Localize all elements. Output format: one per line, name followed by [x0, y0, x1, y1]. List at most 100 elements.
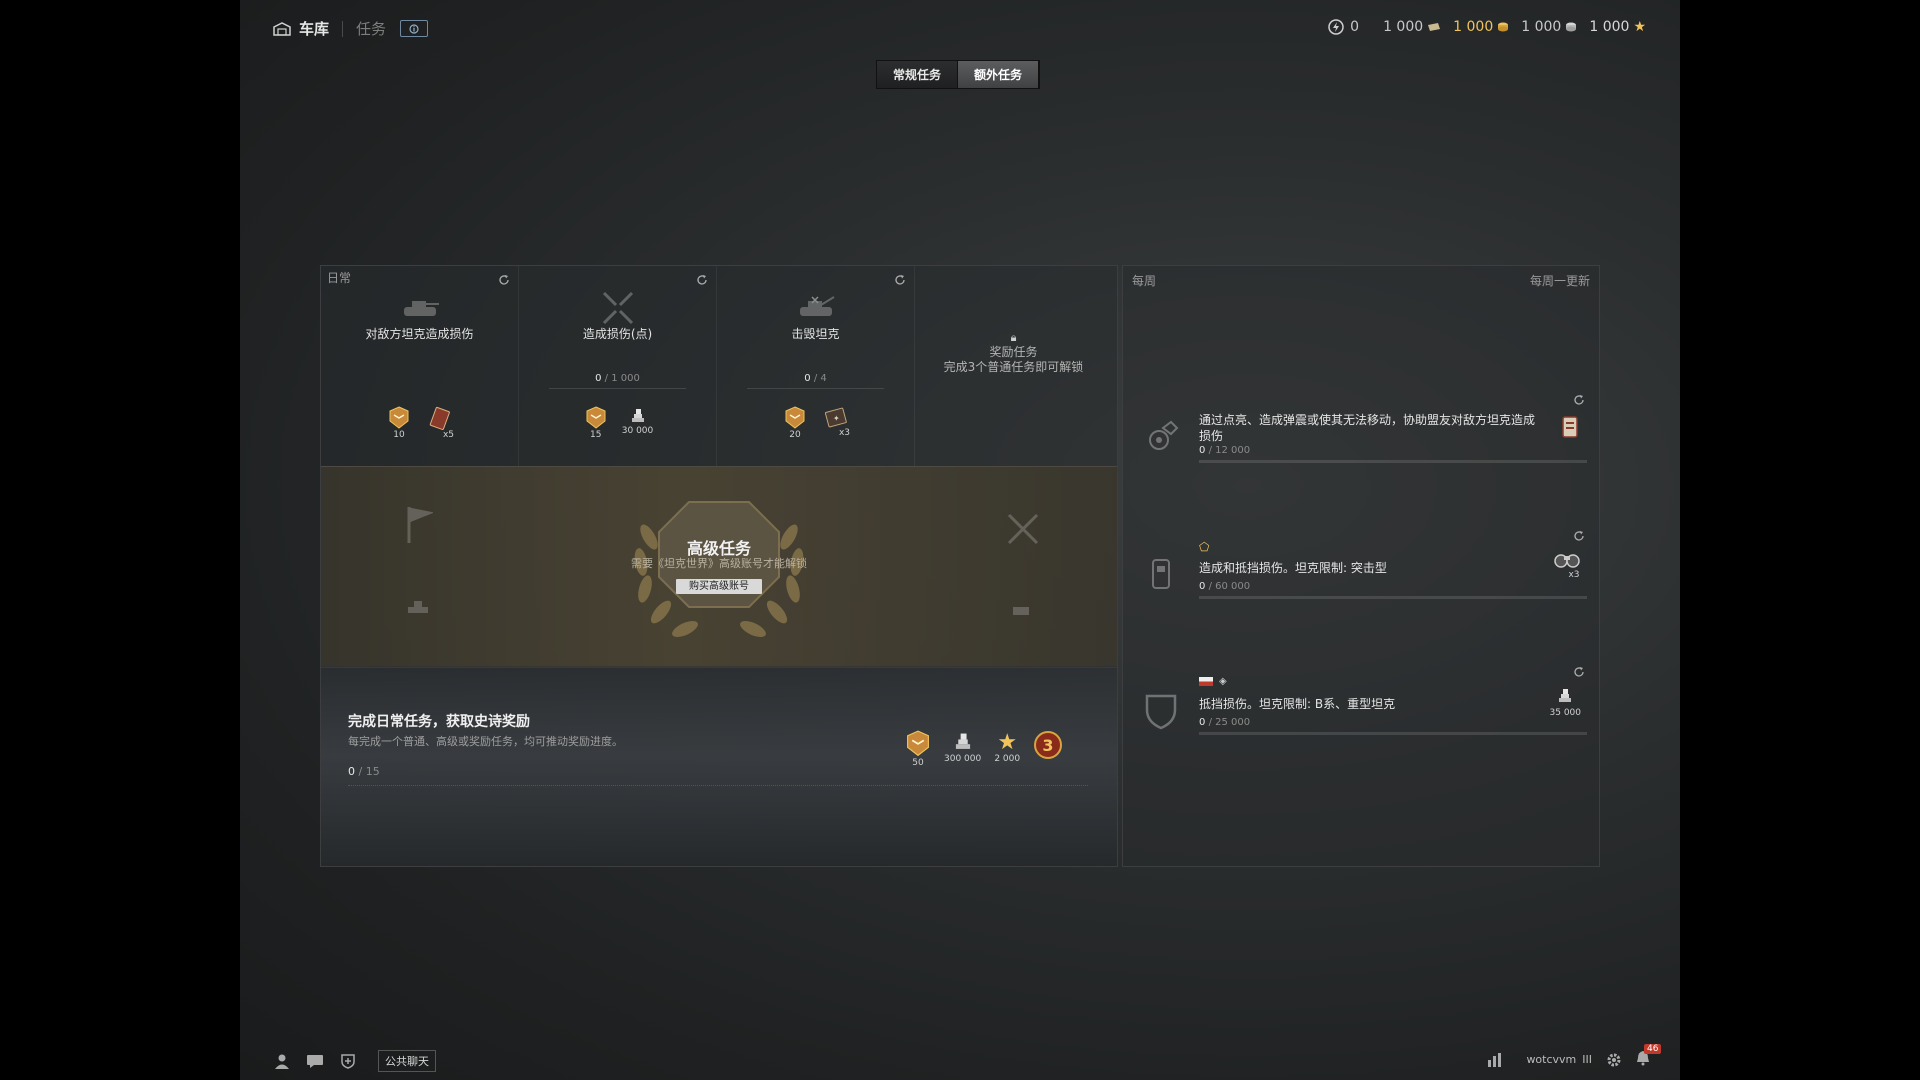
- notifications-button[interactable]: 46: [1636, 1044, 1662, 1069]
- epic-reward-title: 完成日常任务，获取史诗奖励: [348, 714, 530, 730]
- refresh-icon[interactable]: [1573, 666, 1585, 678]
- buy-premium-button[interactable]: 购买高级账号: [676, 579, 762, 594]
- progress-total: 15: [365, 765, 380, 778]
- bonds-currency[interactable]: 1 000: [1383, 19, 1441, 35]
- reward-count: 20: [789, 430, 801, 440]
- reward-item: 15: [582, 406, 610, 440]
- weekly-label: 每周: [1132, 274, 1157, 288]
- badge-3-icon: 3: [1034, 731, 1063, 759]
- weekly-panel: 每周 每周一更新 通过点亮、造成弹震或使其无法移动，协助盟友对敌方坦克造成损伤 …: [1122, 265, 1600, 867]
- weekly-quest-card[interactable]: ◈ 抵挡损伤。坦克限制: B系、重型坦克 0 / 25 000 35 000: [1123, 666, 1599, 766]
- epic-reward-section: 完成日常任务，获取史诗奖励 每完成一个普通、高级或奖励任务，均可推动奖励进度。 …: [321, 666, 1117, 866]
- bond-icon: [1428, 23, 1441, 31]
- medal-icon: [586, 406, 606, 429]
- epic-progress-bar: [348, 782, 1088, 786]
- garage-icon[interactable]: [273, 21, 291, 36]
- medal-icon: [907, 730, 929, 757]
- tab-regular-missions[interactable]: 常规任务: [877, 61, 959, 88]
- epic-rewards: 50 300 000 ★ 2 000 3: [904, 730, 1063, 768]
- laurel-wreath-icon: [634, 501, 804, 638]
- reward-item: 20: [781, 406, 809, 440]
- weekly-quest-card[interactable]: 通过点亮、造成弹震或使其无法移动，协助盟友对敌方坦克造成损伤 0 / 12 00…: [1123, 394, 1599, 494]
- quest-progress: 0 / 1 000: [549, 373, 686, 389]
- quest-progress-bar: [1199, 596, 1587, 599]
- refresh-icon[interactable]: [894, 274, 906, 286]
- rank-bars-icon: III: [1582, 1053, 1592, 1066]
- reward-count: x5: [442, 430, 455, 440]
- daily-quest-card[interactable]: 造成损伤(点) 0 / 1 000 15 30 000: [518, 266, 716, 466]
- refresh-icon[interactable]: [1573, 530, 1585, 542]
- garage-link[interactable]: 车库: [299, 18, 329, 39]
- phone-icon: [1152, 559, 1170, 589]
- reward-item: 300 000: [944, 730, 981, 768]
- bottom-bar: 公共聊天 wotcvvm III 46: [240, 1040, 1680, 1080]
- tab-extra-missions[interactable]: 额外任务: [958, 61, 1040, 88]
- shield-icon: [1145, 694, 1177, 730]
- daily-panel: 日常 对敌方坦克造成损伤 10 x5 造成损伤(点) 0 / 1 000 15 …: [320, 265, 1118, 867]
- credits-currency[interactable]: 1 000: [1521, 19, 1577, 35]
- quest-title: 通过点亮、造成弹震或使其无法移动，协助盟友对敌方坦克造成损伤: [1199, 413, 1536, 443]
- lightning-icon: [1328, 19, 1344, 35]
- daily-quests: 日常 对敌方坦克造成损伤 10 x5 造成损伤(点) 0 / 1 000 15 …: [321, 266, 1117, 466]
- mission-tabs: 常规任务 额外任务: [876, 60, 1041, 89]
- quest-rewards: 20 ✦ x3: [717, 406, 914, 440]
- blueprint-currency[interactable]: 0: [1328, 19, 1359, 35]
- quest-progress: 0 / 4: [747, 373, 884, 389]
- binoculars-icon: [1554, 554, 1580, 568]
- weekly-update-label: 每周一更新: [1529, 274, 1590, 288]
- top-bar: 车库 任务 0 1 000 1 000 1 000 1 000 ★: [240, 0, 1680, 56]
- book-icon: ✦: [824, 407, 847, 428]
- locked-quest-title: 奖励任务: [989, 345, 1038, 359]
- destroyed-tank-icon: [799, 296, 835, 316]
- notification-count-badge: 46: [1644, 1044, 1662, 1054]
- weekly-quest-card[interactable]: ⬠ 造成和抵挡损伤。坦克限制: 突击型 0 / 60 000 x3: [1123, 530, 1599, 630]
- divider: [342, 20, 344, 37]
- heavy-tank-type-icon: ◈: [1219, 676, 1227, 687]
- medal-icon: [389, 406, 409, 429]
- breadcrumb: 车库 任务: [273, 18, 429, 39]
- credits-icon: [1566, 22, 1577, 32]
- missions-link[interactable]: 任务: [356, 18, 386, 39]
- progress-value: 0: [804, 373, 811, 384]
- contacts-icon[interactable]: [274, 1053, 290, 1069]
- daily-quest-card[interactable]: 日常 对敌方坦克造成损伤 10 x5: [321, 266, 518, 466]
- freexp-currency[interactable]: 1 000 ★: [1589, 19, 1646, 35]
- refresh-icon[interactable]: [696, 274, 708, 286]
- refresh-icon[interactable]: [498, 274, 510, 286]
- username[interactable]: wotcvvm: [1526, 1053, 1576, 1066]
- currency-bar: 0 1 000 1 000 1 000 1 000 ★: [1316, 19, 1646, 35]
- gold-currency[interactable]: 1 000: [1453, 19, 1509, 35]
- epic-reward-subtitle: 每完成一个普通、高级或奖励任务，均可推动奖励进度。: [348, 735, 623, 748]
- quest-progress: 0 / 25 000: [1199, 717, 1251, 728]
- quest-title: 对敌方坦克造成损伤: [365, 327, 474, 341]
- bonus-quest-locked[interactable]: 🔒︎ 奖励任务 完成3个普通任务即可解锁: [914, 266, 1112, 466]
- stats-icon[interactable]: [1486, 1052, 1502, 1068]
- star-icon: ★: [997, 730, 1018, 755]
- quest-rewards: 15 30 000: [519, 406, 716, 440]
- platoon-icon[interactable]: [340, 1053, 356, 1069]
- progress-value: 0: [1199, 445, 1206, 456]
- chat-icon[interactable]: [306, 1053, 324, 1069]
- daily-label: 日常: [327, 271, 352, 285]
- daily-quest-card[interactable]: 击毁坦克 0 / 4 20 ✦ x3: [716, 266, 914, 466]
- quest-progress-bar: [1199, 460, 1587, 463]
- quest-progress: 0 / 12 000: [1199, 445, 1251, 456]
- app-window: 车库 任务 0 1 000 1 000 1 000 1 000 ★ 常规任务 额…: [240, 0, 1680, 1080]
- reward-count: 30 000: [621, 426, 654, 436]
- credits-value: 1 000: [1521, 19, 1562, 35]
- settings-gear-icon[interactable]: [1606, 1052, 1622, 1068]
- progress-total: 25 000: [1215, 717, 1251, 728]
- scroll-icon: [1562, 416, 1578, 438]
- reward-count: x3: [838, 428, 851, 438]
- quest-progress-bar: [1199, 732, 1587, 735]
- refresh-icon[interactable]: [1573, 394, 1585, 406]
- info-button[interactable]: [400, 20, 429, 37]
- bonds-value: 1 000: [1383, 19, 1424, 35]
- quest-title: 抵挡损伤。坦克限制: B系、重型坦克: [1199, 697, 1396, 711]
- reward-item: x5: [425, 406, 454, 440]
- tank-type-tags: ◈: [1199, 676, 1227, 687]
- reward-item: ✦ x3: [821, 406, 850, 440]
- credits-icon: [631, 409, 644, 422]
- public-chat-button[interactable]: 公共聊天: [378, 1050, 436, 1072]
- assist-icon: [1149, 420, 1179, 450]
